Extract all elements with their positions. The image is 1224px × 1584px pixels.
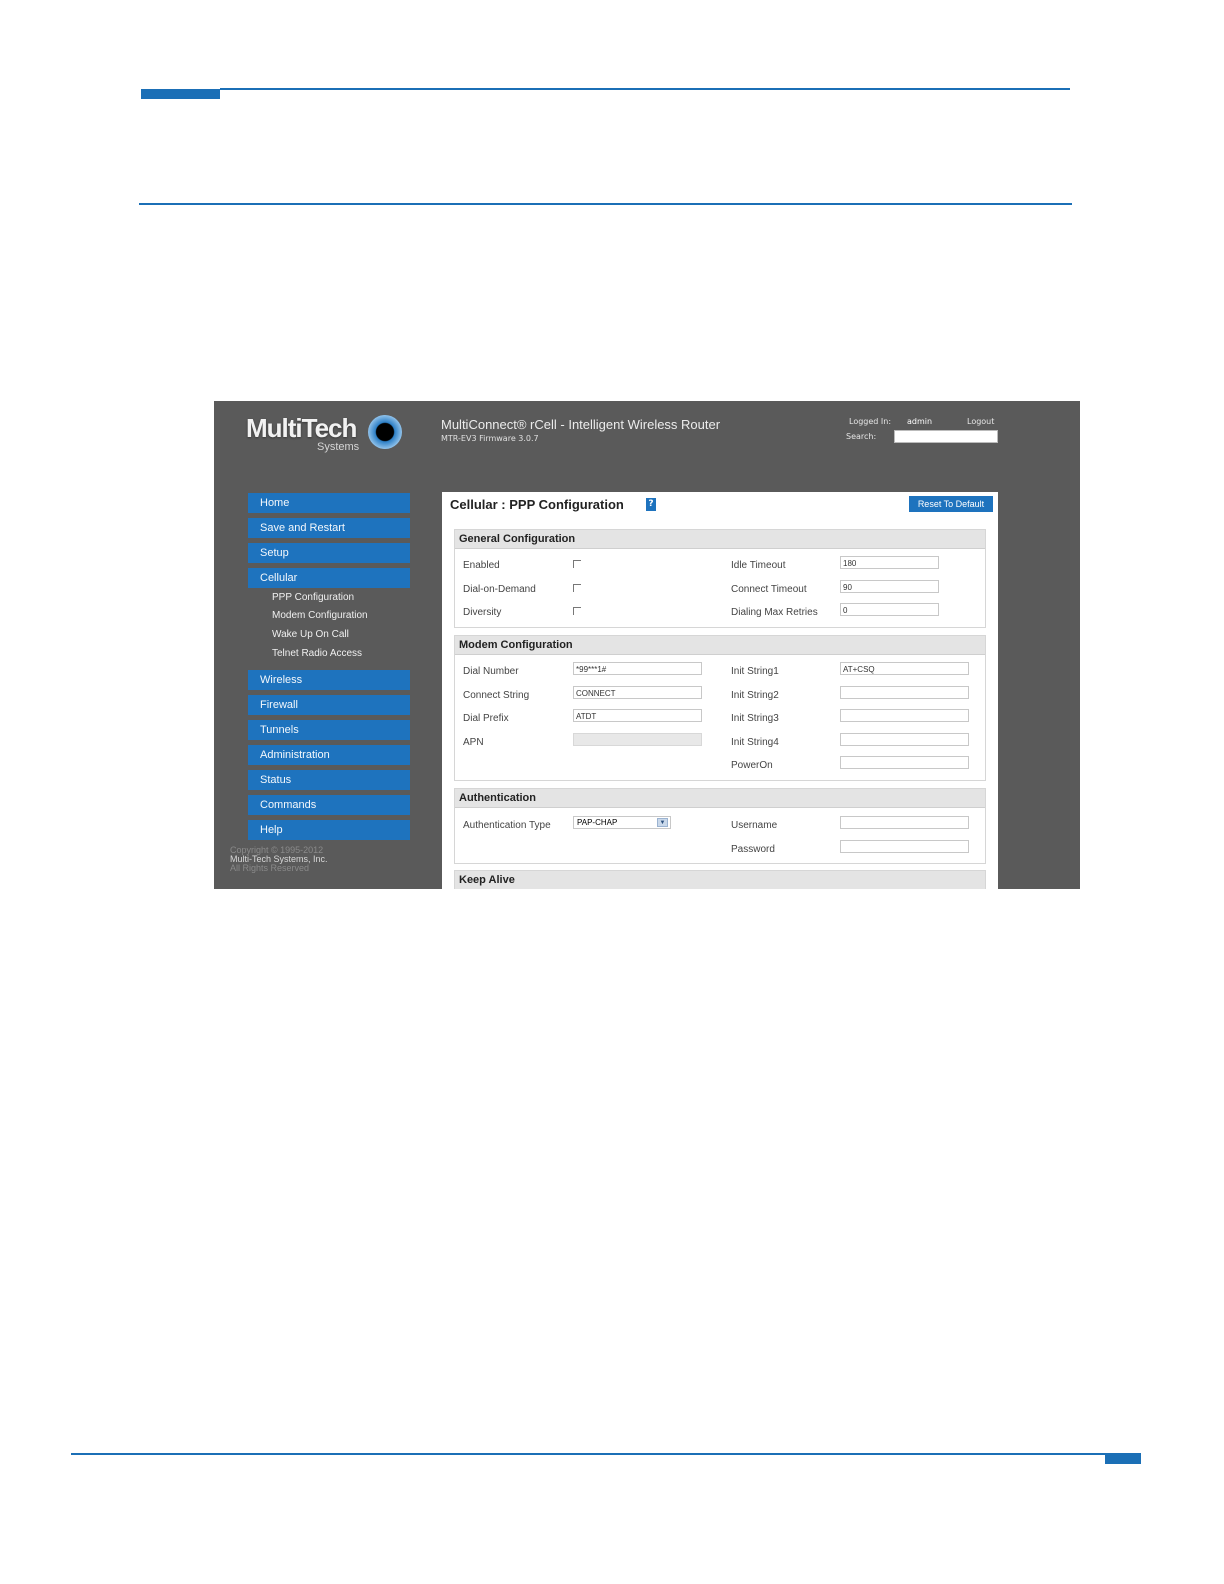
multitech-logo-text: MultiTech — [246, 413, 357, 443]
init-string1-label: Init String1 — [731, 666, 779, 677]
diversity-checkbox[interactable] — [573, 607, 581, 615]
apn-input[interactable] — [573, 733, 702, 746]
ppp-config-panel: Cellular : PPP Configuration ? Reset To … — [442, 492, 998, 889]
password-label: Password — [731, 844, 775, 855]
poweron-label: PowerOn — [731, 760, 773, 771]
page-footer-rule — [71, 1453, 1105, 1455]
init-string4-label: Init String4 — [731, 737, 779, 748]
enabled-checkbox[interactable] — [573, 560, 581, 568]
modem-configuration-section: Modem Configuration Dial Number *99***1#… — [454, 635, 986, 781]
nav-tunnels[interactable]: Tunnels — [248, 720, 410, 740]
idle-timeout-input[interactable]: 180 — [840, 556, 939, 569]
idle-timeout-label: Idle Timeout — [731, 560, 786, 571]
init-string3-label: Init String3 — [731, 713, 779, 724]
multitech-logo-subtext: Systems — [317, 441, 360, 453]
nav-sub-ppp-configuration[interactable]: PPP Configuration — [272, 592, 354, 603]
search-input[interactable] — [894, 430, 998, 443]
authentication-type-select[interactable]: PAP-CHAP ▼ — [573, 816, 671, 829]
dial-on-demand-label: Dial-on-Demand — [463, 584, 536, 595]
general-configuration-heading: General Configuration — [455, 530, 985, 549]
dial-prefix-label: Dial Prefix — [463, 713, 509, 724]
apn-label: APN — [463, 737, 484, 748]
modem-configuration-heading: Modem Configuration — [455, 636, 985, 655]
nav-administration[interactable]: Administration — [248, 745, 410, 765]
keep-alive-heading: Keep Alive — [455, 871, 985, 889]
multitech-logo-icon — [368, 415, 402, 449]
copyright-line-3: All Rights Reserved — [230, 863, 310, 873]
nav-sub-telnet-radio-access[interactable]: Telnet Radio Access — [272, 648, 362, 659]
connect-timeout-label: Connect Timeout — [731, 584, 807, 595]
page-title: Cellular : PPP Configuration — [450, 497, 624, 512]
nav-home[interactable]: Home — [248, 493, 410, 513]
init-string2-label: Init String2 — [731, 690, 779, 701]
logged-in-label: Logged In: — [849, 417, 892, 426]
nav-save-and-restart[interactable]: Save and Restart — [248, 518, 410, 538]
dialing-max-retries-label: Dialing Max Retries — [731, 607, 818, 618]
enabled-label: Enabled — [463, 560, 500, 571]
nav-sub-modem-configuration[interactable]: Modem Configuration — [272, 610, 368, 621]
init-string3-input[interactable] — [840, 709, 969, 722]
chevron-down-icon[interactable]: ▼ — [657, 818, 668, 827]
nav-commands[interactable]: Commands — [248, 795, 410, 815]
authentication-section: Authentication Authentication Type PAP-C… — [454, 788, 986, 864]
page-header-accent-bar — [141, 89, 220, 99]
password-input[interactable] — [840, 840, 969, 853]
diversity-label: Diversity — [463, 607, 502, 618]
authentication-type-label: Authentication Type — [463, 820, 551, 831]
help-icon[interactable]: ? — [646, 498, 656, 511]
poweron-input[interactable] — [840, 756, 969, 769]
connect-string-label: Connect String — [463, 690, 530, 701]
nav-status[interactable]: Status — [248, 770, 410, 790]
authentication-heading: Authentication — [455, 789, 985, 808]
page-footer-accent-bar — [1105, 1453, 1141, 1464]
keep-alive-section: Keep Alive — [454, 870, 986, 889]
app-title: MultiConnect® rCell - Intelligent Wirele… — [441, 417, 721, 432]
authentication-type-value: PAP-CHAP — [577, 818, 618, 827]
dial-number-label: Dial Number — [463, 666, 519, 677]
dial-number-input[interactable]: *99***1# — [573, 662, 702, 675]
search-label: Search: — [846, 432, 877, 441]
nav-setup[interactable]: Setup — [248, 543, 410, 563]
nav-cellular[interactable]: Cellular — [248, 568, 410, 588]
init-string1-input[interactable]: AT+CSQ — [840, 662, 969, 675]
nav-sub-wake-up-on-call[interactable]: Wake Up On Call — [272, 629, 349, 640]
model-firmware-label: MTR-EV3 Firmware 3.0.7 — [441, 434, 539, 443]
general-configuration-section: General Configuration Enabled Dial-on-De… — [454, 529, 986, 628]
username-label: Username — [731, 820, 778, 831]
router-ui-screenshot: MultiTech Systems MultiConnect® rCell - … — [214, 401, 1080, 889]
username-input[interactable] — [840, 816, 969, 829]
logged-in-user: admin — [907, 417, 933, 426]
reset-to-default-button[interactable]: Reset To Default — [909, 496, 993, 512]
logout-link[interactable]: Logout — [967, 417, 994, 426]
init-string2-input[interactable] — [840, 686, 969, 699]
nav-wireless[interactable]: Wireless — [248, 670, 410, 690]
init-string4-input[interactable] — [840, 733, 969, 746]
dial-on-demand-checkbox[interactable] — [573, 584, 581, 592]
dialing-max-retries-input[interactable]: 0 — [840, 603, 939, 616]
section-divider-rule — [139, 203, 1072, 205]
dial-prefix-input[interactable]: ATDT — [573, 709, 702, 722]
nav-help[interactable]: Help — [248, 820, 410, 840]
connect-timeout-input[interactable]: 90 — [840, 580, 939, 593]
connect-string-input[interactable]: CONNECT — [573, 686, 702, 699]
page-header-rule — [220, 88, 1070, 90]
nav-firewall[interactable]: Firewall — [248, 695, 410, 715]
